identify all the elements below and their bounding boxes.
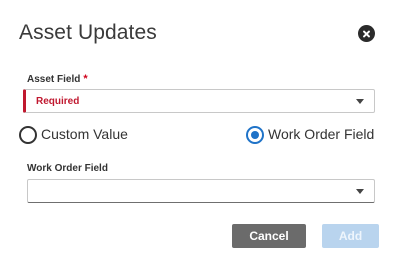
asset-field-select[interactable]: Required [23,89,375,113]
asset-updates-dialog: Asset Updates Asset Field * Required Cust… [0,0,398,273]
radio-work-order-field-label: Work Order Field [268,126,375,142]
add-button[interactable]: Add [322,224,379,248]
asset-field-value: Required [36,96,80,107]
radio-custom-value-label: Custom Value [41,126,128,142]
caret-down-icon [356,189,364,194]
radio-button-icon[interactable] [19,126,37,144]
close-icon[interactable] [358,25,375,42]
asset-field-label: Asset Field * [27,73,88,85]
cancel-button[interactable]: Cancel [232,224,306,248]
work-order-field-label: Work Order Field [27,163,108,174]
work-order-field-select[interactable] [27,179,375,203]
asset-field-label-text: Asset Field [27,74,81,85]
caret-down-icon [356,99,364,104]
dialog-title: Asset Updates [19,21,157,44]
radio-button-selected-icon[interactable] [246,126,264,144]
required-marker: * [83,73,88,85]
